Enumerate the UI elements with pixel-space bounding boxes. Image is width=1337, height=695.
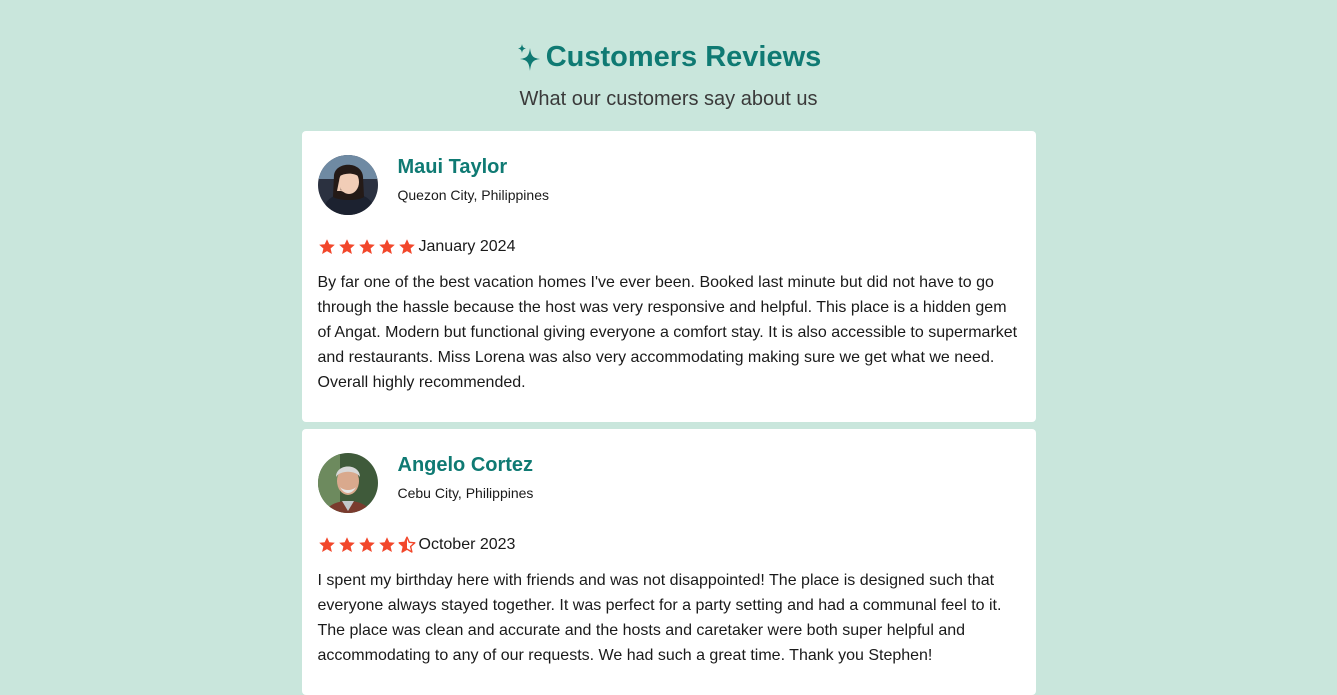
avatar	[317, 155, 378, 215]
sparkles-icon	[516, 42, 542, 72]
review-date: October 2023	[418, 536, 516, 553]
reviewer-name: Angelo Cortez	[397, 454, 534, 476]
page-title: Customers Reviews	[545, 41, 822, 73]
review-text: By far one of the best vacation homes I'…	[317, 274, 1018, 391]
review-header: Angelo Cortez Cebu City, Philippines	[317, 453, 1020, 513]
rating-row: October 2023	[318, 535, 1020, 555]
review-text: I spent my birthday here with friends an…	[317, 572, 1002, 664]
star-rating	[318, 536, 416, 554]
review-card: Angelo Cortez Cebu City, Philippines Oct…	[301, 429, 1036, 695]
star-full-icon	[318, 238, 336, 256]
reviewer-info: Angelo Cortez Cebu City, Philippines	[398, 453, 534, 502]
star-full-icon	[378, 536, 396, 554]
reviewer-info: Maui Taylor Quezon City, Philippines	[398, 155, 549, 204]
star-full-icon	[338, 238, 356, 256]
title-row: Customers Reviews	[516, 40, 822, 74]
page-subtitle: What our customers say about us	[519, 88, 818, 110]
rating-row: January 2024	[318, 237, 1020, 257]
star-full-icon	[318, 536, 336, 554]
star-half-icon	[398, 536, 416, 554]
star-full-icon	[398, 238, 416, 256]
star-rating	[318, 238, 416, 256]
review-date: January 2024	[418, 238, 516, 255]
review-header: Maui Taylor Quezon City, Philippines	[317, 155, 1020, 215]
review-card: Maui Taylor Quezon City, Philippines Jan…	[301, 131, 1036, 422]
reviewer-location: Cebu City, Philippines	[397, 485, 534, 501]
star-full-icon	[358, 238, 376, 256]
reviews-list: Maui Taylor Quezon City, Philippines Jan…	[301, 131, 1036, 695]
avatar	[317, 453, 378, 513]
reviewer-location: Quezon City, Philippines	[397, 187, 549, 203]
star-full-icon	[338, 536, 356, 554]
star-full-icon	[378, 238, 396, 256]
reviews-header: Customers Reviews What our customers say…	[0, 0, 1337, 111]
reviewer-name: Maui Taylor	[397, 156, 508, 178]
star-full-icon	[358, 536, 376, 554]
